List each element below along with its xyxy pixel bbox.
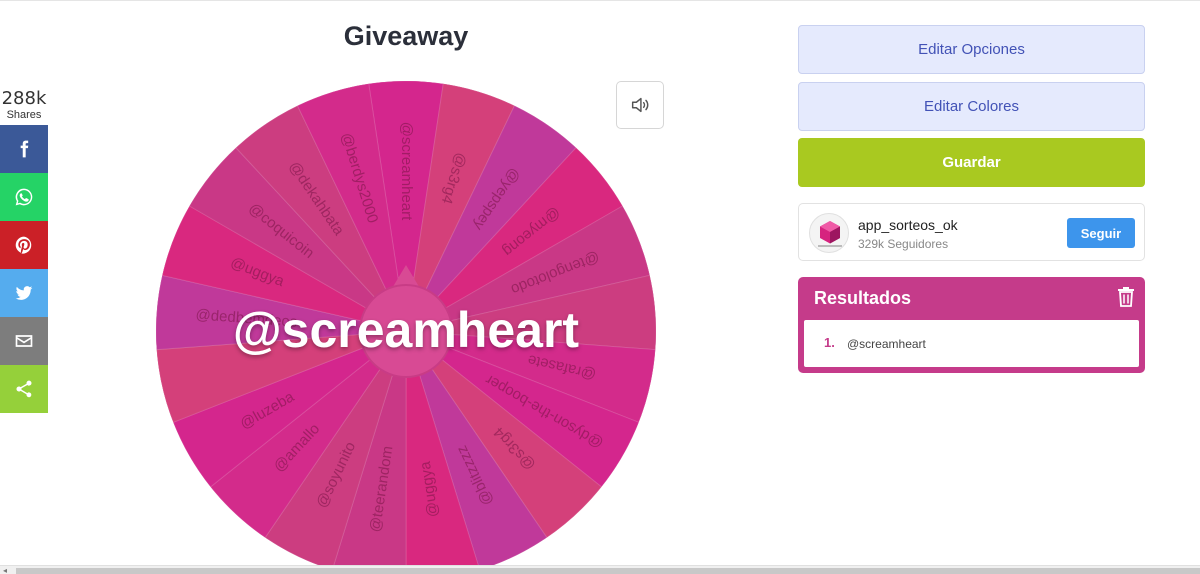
edit-colors-button[interactable]: Editar Colores <box>798 82 1145 131</box>
share-label: Shares <box>6 109 42 121</box>
speaker-icon <box>631 97 649 113</box>
sound-toggle-button[interactable] <box>616 81 664 129</box>
save-button[interactable]: Guardar <box>798 138 1145 187</box>
profile-name[interactable]: app_sorteos_ok <box>858 217 958 233</box>
facebook-icon <box>20 140 29 158</box>
edit-options-button[interactable]: Editar Opciones <box>798 25 1145 74</box>
profile-card: app_sorteos_ok 329k Seguidores Seguir <box>798 203 1145 261</box>
follow-button[interactable]: Seguir <box>1067 218 1135 248</box>
page: 288k Shares Giveaway @screamheart @s3rg4 @… <box>0 0 1200 574</box>
logo-icon <box>818 221 842 247</box>
results-title: Resultados <box>814 288 912 308</box>
sharethis-share-button[interactable] <box>0 365 48 413</box>
scrollbar-thumb[interactable] <box>16 568 1200 574</box>
email-icon <box>15 335 33 347</box>
whatsapp-share-button[interactable] <box>0 173 48 221</box>
share-icon <box>16 380 32 398</box>
pinterest-share-button[interactable] <box>0 221 48 269</box>
horizontal-scrollbar[interactable]: ◂ <box>0 565 1200 574</box>
wheel-title: Giveaway <box>343 21 469 51</box>
whatsapp-icon <box>15 188 33 206</box>
profile-followers: 329k Seguidores <box>858 237 949 251</box>
share-counter: 288k Shares <box>0 89 48 122</box>
winner-name: @screamheart <box>232 302 580 358</box>
wheel-segment-label: @screamheart <box>398 122 415 221</box>
twitter-share-button[interactable] <box>0 269 48 317</box>
results-panel: Resultados 1. @screamheart <box>798 277 1145 373</box>
scroll-left-icon[interactable]: ◂ <box>3 566 7 574</box>
facebook-share-button[interactable] <box>0 125 48 173</box>
twitter-icon <box>15 286 33 300</box>
share-count: 288k <box>1 88 47 109</box>
email-share-button[interactable] <box>0 317 48 365</box>
avatar[interactable] <box>809 213 849 253</box>
trash-icon[interactable] <box>1116 285 1136 307</box>
result-number: 1. <box>824 335 835 350</box>
pinterest-icon <box>15 236 32 254</box>
result-name: @screamheart <box>847 337 926 351</box>
results-list: 1. @screamheart <box>804 320 1139 367</box>
